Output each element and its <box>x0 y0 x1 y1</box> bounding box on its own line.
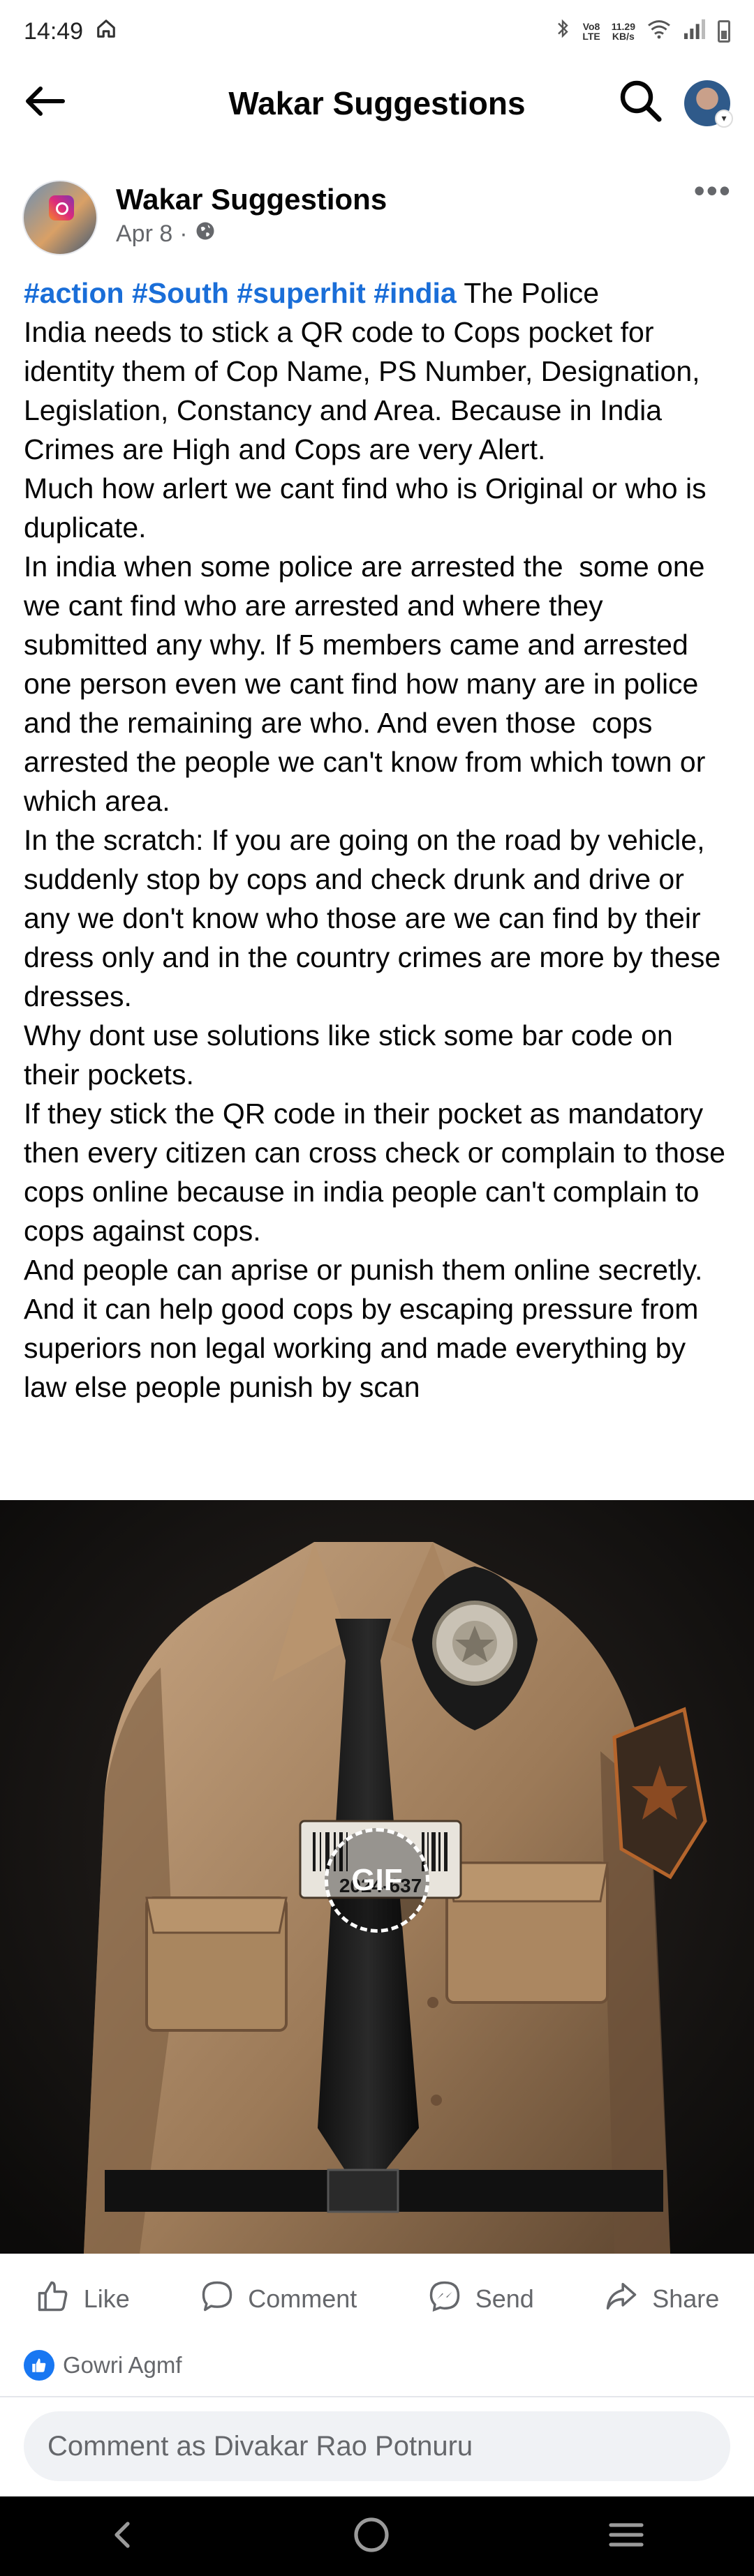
share-arrow-icon <box>603 2278 640 2321</box>
post-actions: Like Comment Send Share <box>0 2261 754 2337</box>
post-paragraph: In the scratch: If you are going on the … <box>24 824 729 1012</box>
signal-icon <box>683 18 707 45</box>
like-reaction-icon <box>24 2350 54 2381</box>
reactions-summary[interactable]: Gowri Agmf <box>24 2346 182 2385</box>
status-time: 14:49 <box>24 17 84 45</box>
hashtag-link[interactable]: #action <box>24 277 124 309</box>
hashtag-link[interactable]: #superhit <box>237 277 366 309</box>
hashtag-link[interactable]: #india <box>374 277 456 309</box>
post-header: Wakar Suggestions Apr 8 · ••• <box>22 174 732 264</box>
post-paragraph: Why dont use solutions like stick some b… <box>24 1019 681 1091</box>
globe-icon <box>195 220 216 248</box>
meta-separator: · <box>179 220 188 247</box>
network-type: Vo8 LTE <box>582 21 600 42</box>
post-paragraph: Much how arlert we cant find who is Orig… <box>24 472 714 544</box>
data-speed: 11.29 KB/s <box>611 21 635 42</box>
post-paragraph: And people can aprise or punish them onl… <box>24 1254 703 1286</box>
post-author[interactable]: Wakar Suggestions <box>116 183 387 216</box>
chevron-down-icon: ▾ <box>715 109 733 128</box>
divider <box>0 2396 754 2397</box>
hashtag-link[interactable]: #South <box>132 277 229 309</box>
system-nav-bar <box>0 2496 754 2576</box>
bluetooth-icon <box>554 18 571 45</box>
post-date[interactable]: Apr 8 <box>116 220 172 248</box>
post-text: #action #South #superhit #india The Poli… <box>24 274 733 1407</box>
post-paragraph: If they stick the QR code in their pocke… <box>24 1098 734 1247</box>
recents-menu-icon[interactable] <box>607 2519 646 2554</box>
instagram-logo-icon <box>49 195 74 220</box>
like-label: Like <box>83 2284 130 2313</box>
back-arrow-icon[interactable] <box>24 84 66 122</box>
share-button[interactable]: Share <box>603 2278 719 2321</box>
top-nav: Wakar Suggestions ▾ <box>0 66 754 140</box>
home-icon <box>96 18 117 45</box>
thumbs-up-icon <box>35 2278 71 2321</box>
comment-input[interactable]: Comment as Divakar Rao Potnuru <box>24 2411 730 2481</box>
send-label: Send <box>475 2284 534 2313</box>
gif-play-button[interactable]: GIF <box>325 1828 429 1933</box>
search-icon[interactable] <box>619 79 663 127</box>
wifi-icon <box>646 18 672 45</box>
like-button[interactable]: Like <box>35 2278 130 2321</box>
more-options-icon[interactable]: ••• <box>694 174 732 207</box>
status-bar: 14:49 Vo8 LTE 11.29 KB/s <box>0 0 754 63</box>
battery-icon <box>718 20 730 43</box>
comment-button[interactable]: Comment <box>199 2278 357 2321</box>
reaction-names: Gowri Agmf <box>63 2352 182 2378</box>
profile-avatar[interactable]: ▾ <box>684 80 733 128</box>
home-nav-icon[interactable] <box>352 2515 391 2558</box>
send-button[interactable]: Send <box>427 2278 534 2321</box>
post-paragraph: And it can help good cops by escaping pr… <box>24 1293 707 1403</box>
comment-label: Comment <box>248 2284 357 2313</box>
post-intro: The Police <box>464 277 600 309</box>
messenger-icon <box>427 2278 463 2321</box>
share-label: Share <box>652 2284 720 2313</box>
comment-bubble-icon <box>199 2278 235 2321</box>
page-avatar[interactable] <box>22 180 98 255</box>
post-paragraph: India needs to stick a QR code to Cops p… <box>24 316 708 465</box>
back-nav-icon[interactable] <box>108 2517 136 2556</box>
post-paragraph: In india when some police are arrested t… <box>24 551 714 817</box>
